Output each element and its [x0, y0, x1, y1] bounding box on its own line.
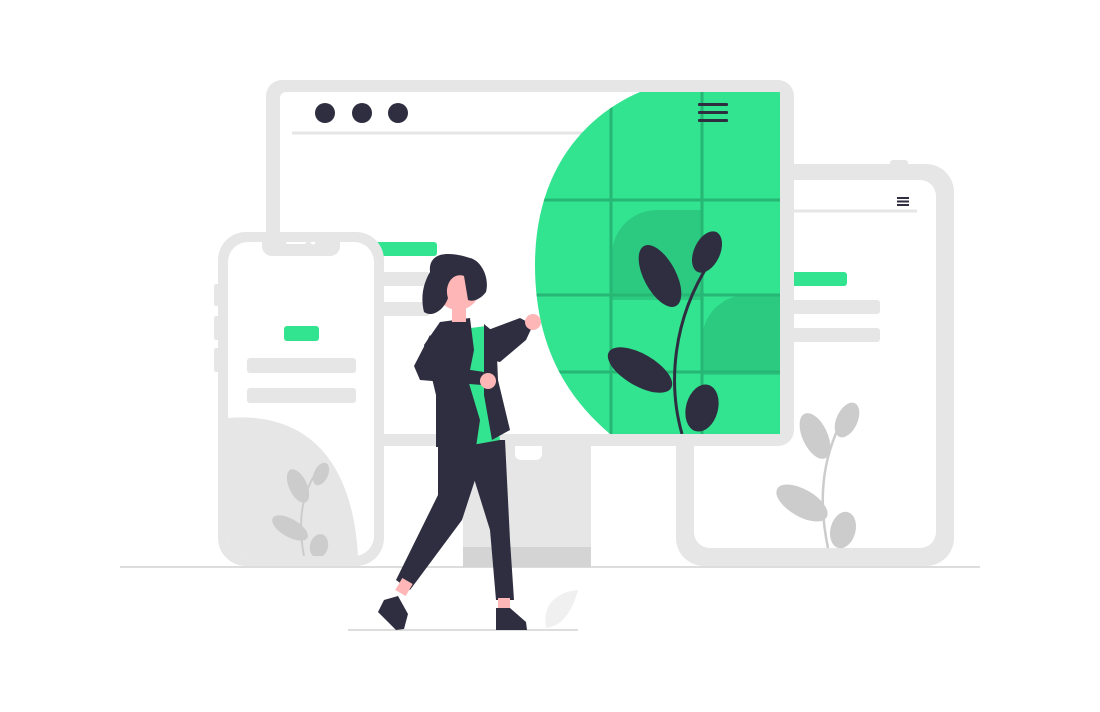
- window-dot-icon: [352, 103, 372, 123]
- monitor-text-line: [380, 272, 430, 286]
- hamburger-menu-icon: [698, 103, 728, 122]
- tablet-menu-icon: [897, 197, 909, 206]
- monitor-text-line: [380, 302, 430, 316]
- floor-leaf-icon: [545, 590, 578, 628]
- smartphone-device: [214, 232, 384, 566]
- window-dot-icon: [388, 103, 408, 123]
- phone-accent-button: [284, 326, 319, 341]
- window-dot-icon: [315, 103, 335, 123]
- phone-text-line: [247, 358, 356, 373]
- monitor-accent-button: [375, 242, 437, 256]
- monitor-base: [463, 547, 591, 567]
- tablet-text-line: [790, 328, 880, 342]
- tablet-accent-button: [790, 272, 847, 286]
- responsive-design-illustration: [120, 80, 980, 631]
- tablet-text-line: [790, 300, 880, 314]
- phone-text-line: [247, 388, 356, 403]
